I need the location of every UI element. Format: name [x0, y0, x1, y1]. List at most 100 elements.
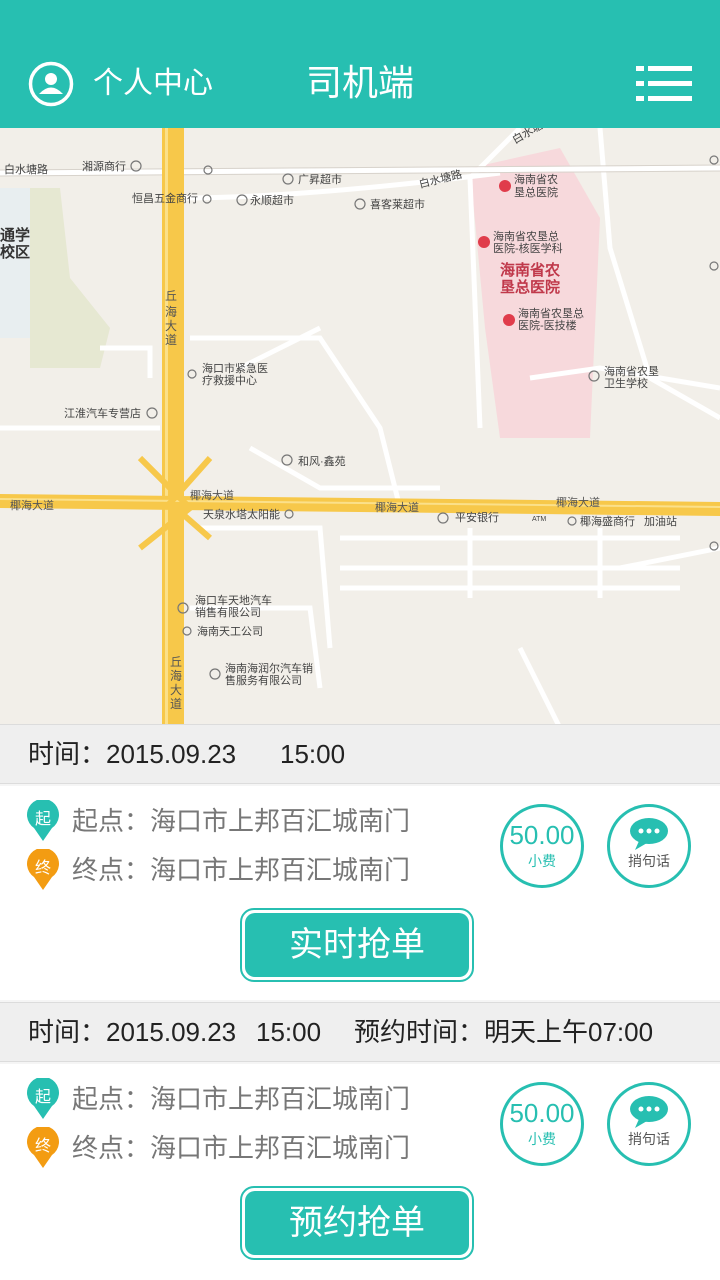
map-label-main-road: 椰海大道	[10, 498, 54, 512]
message-label: 捎句话	[628, 854, 670, 870]
map-label-poi: 医院-医技楼	[518, 318, 577, 332]
map-label-poi: 海南省农	[514, 172, 558, 186]
map-view[interactable]: 白水塘路 白水塘路 白水塘 湘源商行 广昇超市 恒昌五金商行 永顺超市 喜客莱超…	[0, 128, 720, 724]
reserve-grab-button[interactable]: 预约抢单	[240, 1186, 474, 1260]
poi-marker-icon	[437, 512, 449, 524]
map-label-poi: 恒昌五金商行	[132, 191, 198, 205]
tip-fee-badge[interactable]: 50.00 小费	[500, 804, 584, 888]
map-label-main-road: 道	[165, 333, 177, 347]
start-address: 起点：海口市上邦百汇城南门	[72, 1085, 411, 1115]
map-label-poi: 海南省农垦总	[493, 229, 559, 243]
order-time-bar: 时间：2015.09.23 15:00	[0, 724, 720, 784]
map-label-poi: 售服务有限公司	[225, 673, 302, 687]
map-label-poi: 海口市紧急医	[202, 361, 268, 375]
start-address: 起点：海口市上邦百汇城南门	[72, 807, 411, 837]
map-label-poi: 垦总医院	[514, 185, 558, 199]
map-label-main-road: 海	[170, 668, 182, 683]
poi-marker-icon	[209, 668, 221, 680]
map-label-poi: 海南省农垦	[604, 364, 659, 378]
order-time-value: 15:00	[256, 1017, 322, 1047]
map-label-poi: 海口车天地汽车	[195, 593, 272, 607]
map-label-main-road: 道	[170, 697, 182, 711]
map-label-main-road: 大	[165, 319, 177, 333]
start-pin-icon: 起	[27, 1078, 59, 1119]
map-area-park	[30, 188, 110, 368]
map-label-poi: 和风·鑫苑	[298, 454, 346, 468]
map-label-poi: 平安银行	[455, 510, 499, 524]
start-pin-icon: 起	[27, 800, 59, 841]
map-label-poi: 加油站	[644, 514, 677, 528]
map-label-poi: 疗救援中心	[202, 373, 257, 387]
map-label-road: 白水塘路	[4, 162, 48, 176]
end-address: 终点：海口市上邦百汇城南门	[72, 1134, 411, 1164]
map-label-main-road: 丘	[165, 289, 177, 303]
map-label-hospital: 海南省农	[500, 261, 560, 279]
tip-fee-value: 50.00	[509, 1098, 575, 1128]
map-label-district: 校区	[0, 243, 30, 261]
map-label-poi: ATM	[532, 516, 546, 523]
map-label-poi: 湘源商行	[82, 159, 126, 173]
order-time-bar: 时间：2015.09.23 15:00 预约时间：明天上午07:00	[0, 1002, 720, 1062]
poi-marker-icon	[709, 261, 719, 271]
map-label-poi: 广昇超市	[298, 172, 342, 186]
chat-bubble-icon	[630, 818, 668, 850]
grab-button-label: 预约抢单	[245, 1191, 469, 1255]
svg-text:终: 终	[35, 1136, 51, 1155]
map-label-district: 通学	[0, 226, 30, 244]
order-time-value: 15:00	[280, 739, 346, 769]
page-title: 司机端	[305, 63, 414, 104]
map-label-poi: 海南海润尔汽车销	[225, 661, 313, 675]
end-pin-icon: 终	[27, 849, 59, 890]
map-label-poi: 海南天工公司	[197, 624, 263, 638]
order-time-label: 时间：2015.09.23	[28, 739, 237, 769]
list-menu-icon[interactable]	[636, 64, 692, 104]
map-label-main-road: 大	[170, 683, 182, 697]
map-minor-roads	[0, 128, 720, 724]
tip-fee-value: 50.00	[509, 820, 575, 850]
svg-text:起: 起	[35, 1087, 51, 1106]
map-label-poi: 卫生学校	[604, 376, 648, 390]
poi-marker-icon	[187, 369, 197, 379]
end-pin-icon: 终	[27, 1127, 59, 1168]
end-address: 终点：海口市上邦百汇城南门	[72, 856, 411, 886]
map-label-poi: 江淮汽车专营店	[64, 406, 141, 420]
hospital-marker-icon	[499, 180, 511, 192]
poi-marker-icon	[281, 454, 293, 466]
map-label-poi: 喜客莱超市	[370, 197, 425, 211]
app-header: 个人中心 司机端	[0, 0, 720, 128]
message-button[interactable]: 捎句话	[607, 804, 691, 888]
map-label-poi: 海南省农垦总	[518, 306, 584, 320]
map-label-poi: 永顺超市	[250, 193, 294, 207]
poi-marker-icon	[567, 516, 577, 526]
realtime-grab-button[interactable]: 实时抢单	[240, 908, 474, 982]
map-label-main-road: 椰海大道	[375, 500, 419, 514]
svg-text:终: 终	[35, 858, 51, 877]
svg-text:起: 起	[35, 809, 51, 828]
hospital-marker-icon	[503, 314, 515, 326]
map-label-hospital: 垦总医院	[500, 278, 560, 296]
message-button[interactable]: 捎句话	[607, 1082, 691, 1166]
map-label-poi: 椰海盛商行	[580, 514, 635, 528]
grab-button-label: 实时抢单	[245, 913, 469, 977]
hospital-marker-icon	[478, 236, 490, 248]
map-label-poi: 天泉水塔太阳能	[203, 507, 280, 521]
map-area-school	[0, 188, 30, 338]
poi-marker-icon	[354, 198, 366, 210]
tip-fee-label: 小费	[528, 854, 556, 870]
poi-marker-icon	[709, 155, 719, 165]
poi-marker-icon	[282, 173, 294, 185]
order-time-label: 时间：2015.09.23	[28, 1017, 237, 1047]
map-label-main-road: 海	[165, 304, 177, 319]
order-card: 起 起点：海口市上邦百汇城南门 终 终点：海口市上邦百汇城南门 50.00 小费…	[0, 786, 720, 1000]
map-label-poi: 销售有限公司	[195, 605, 261, 619]
order-card: 起 起点：海口市上邦百汇城南门 终 终点：海口市上邦百汇城南门 50.00 小费…	[0, 1064, 720, 1280]
chat-bubble-icon	[630, 1096, 668, 1128]
tip-fee-badge[interactable]: 50.00 小费	[500, 1082, 584, 1166]
message-label: 捎句话	[628, 1132, 670, 1148]
map-label-main-road: 椰海大道	[190, 488, 234, 502]
map-label-main-road: 椰海大道	[556, 495, 600, 509]
tip-fee-label: 小费	[528, 1132, 556, 1148]
poi-marker-icon	[146, 407, 158, 419]
poi-marker-icon	[182, 626, 192, 636]
reserve-time-label: 预约时间：明天上午07:00	[354, 1017, 654, 1047]
